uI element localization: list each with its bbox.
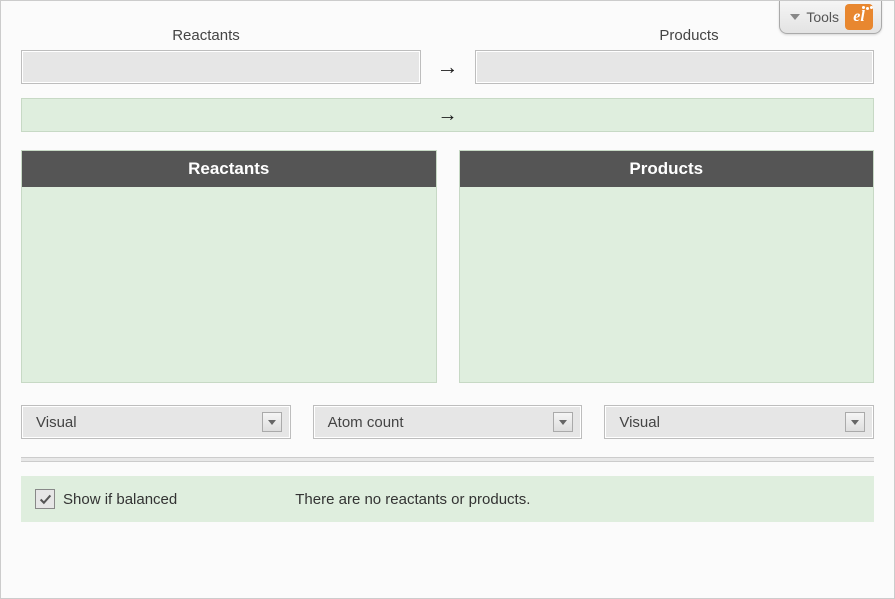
dropdowns-row: Visual Atom count Visual: [21, 405, 874, 439]
equation-display-row: →: [21, 98, 874, 132]
chevron-down-icon: [559, 420, 567, 425]
status-row: Show if balanced There are no reactants …: [21, 476, 874, 522]
dropdown-label: Atom count: [328, 414, 404, 431]
reactants-label: Reactants: [21, 27, 391, 44]
equation-input-row: →: [21, 50, 874, 84]
divider: [21, 457, 874, 462]
status-message: There are no reactants or products.: [295, 491, 530, 508]
panels-row: Reactants Products: [21, 150, 874, 383]
visual-left-dropdown[interactable]: Visual: [21, 405, 291, 439]
tools-label: Tools: [806, 9, 839, 25]
products-input[interactable]: [475, 50, 875, 84]
reactants-panel-body[interactable]: [22, 187, 436, 382]
reactants-panel-header: Reactants: [22, 151, 436, 187]
products-panel: Products: [459, 150, 875, 383]
top-labels-row: Reactants Products: [21, 27, 874, 44]
visual-right-dropdown[interactable]: Visual: [604, 405, 874, 439]
products-panel-header: Products: [460, 151, 874, 187]
checkbox-label: Show if balanced: [63, 491, 177, 508]
reactants-panel: Reactants: [21, 150, 437, 383]
reactants-input[interactable]: [21, 50, 421, 84]
arrow-right-icon: →: [435, 54, 461, 80]
products-panel-body[interactable]: [460, 187, 874, 382]
dropdown-toggle: [262, 412, 282, 432]
chevron-down-icon: [851, 420, 859, 425]
chevron-down-icon: [268, 420, 276, 425]
dropdown-label: Visual: [619, 414, 660, 431]
tools-dropdown-tab[interactable]: Tools el: [779, 1, 882, 34]
arrow-right-icon: →: [436, 104, 460, 127]
brand-badge-icon: el: [845, 4, 873, 30]
show-balanced-checkbox[interactable]: [35, 489, 55, 509]
dropdown-toggle: [553, 412, 573, 432]
atom-count-dropdown[interactable]: Atom count: [313, 405, 583, 439]
dropdown-label: Visual: [36, 414, 77, 431]
check-icon: [39, 493, 52, 506]
dropdown-toggle: [845, 412, 865, 432]
chemical-equation-canvas: Tools el Reactants Products → → Reactant…: [0, 0, 895, 599]
chevron-down-icon: [790, 14, 800, 20]
